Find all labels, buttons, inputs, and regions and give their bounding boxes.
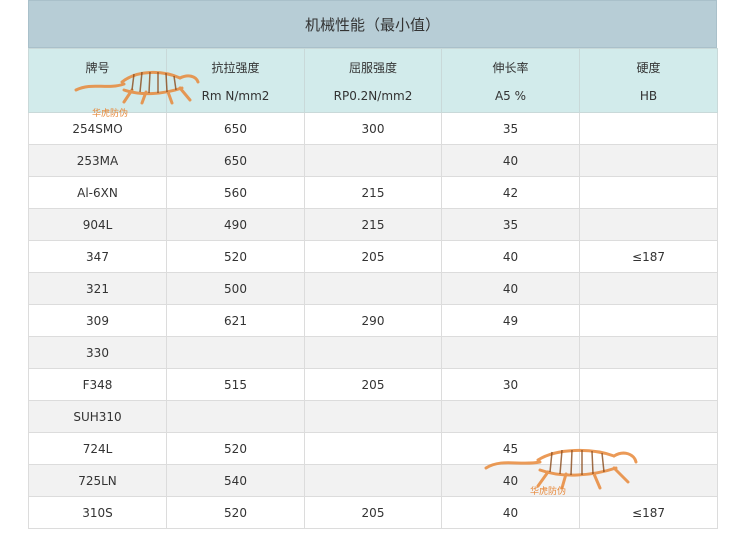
table-title: 机械性能（最小值） <box>28 0 717 48</box>
cell-yield <box>304 432 442 465</box>
cell-yield: 205 <box>304 240 442 273</box>
cell-hardness <box>579 400 718 433</box>
cell-yield: 215 <box>304 176 442 209</box>
table-row: 254SMO 650 300 35 <box>28 112 718 145</box>
cell-grade: 904L <box>28 208 167 241</box>
cell-grade: 724L <box>28 432 167 465</box>
cell-elongation: 40 <box>441 464 580 497</box>
table-row: Al-6XN 560 215 42 <box>28 176 718 209</box>
cell-tensile: 540 <box>166 464 305 497</box>
header-unit: Rm N/mm2 <box>201 89 270 103</box>
cell-elongation: 40 <box>441 496 580 529</box>
table-row: 253MA 650 40 <box>28 144 718 177</box>
cell-elongation: 40 <box>441 144 580 177</box>
cell-tensile: 500 <box>166 272 305 305</box>
cell-tensile: 520 <box>166 496 305 529</box>
table-row: 330 <box>28 336 718 369</box>
cell-elongation: 45 <box>441 432 580 465</box>
table-row: 904L 490 215 35 <box>28 208 718 241</box>
cell-yield: 215 <box>304 208 442 241</box>
cell-hardness: ≤187 <box>579 496 718 529</box>
header-elongation: 伸长率 A5 % <box>441 48 580 113</box>
cell-yield: 205 <box>304 368 442 401</box>
cell-grade: F348 <box>28 368 167 401</box>
cell-hardness <box>579 304 718 337</box>
cell-hardness <box>579 208 718 241</box>
cell-tensile: 560 <box>166 176 305 209</box>
cell-tensile <box>166 400 305 433</box>
cell-elongation: 35 <box>441 208 580 241</box>
cell-hardness <box>579 112 718 145</box>
cell-grade: SUH310 <box>28 400 167 433</box>
cell-yield <box>304 144 442 177</box>
table-row: F348 515 205 30 <box>28 368 718 401</box>
cell-grade: 254SMO <box>28 112 167 145</box>
cell-elongation <box>441 336 580 369</box>
cell-hardness <box>579 272 718 305</box>
cell-hardness: ≤187 <box>579 240 718 273</box>
cell-yield <box>304 272 442 305</box>
cell-yield <box>304 400 442 433</box>
cell-tensile: 650 <box>166 144 305 177</box>
cell-elongation: 49 <box>441 304 580 337</box>
cell-grade: Al-6XN <box>28 176 167 209</box>
table-row: 321 500 40 <box>28 272 718 305</box>
cell-grade: 347 <box>28 240 167 273</box>
table-row: 310S 520 205 40 ≤187 <box>28 496 718 529</box>
cell-grade: 310S <box>28 496 167 529</box>
header-label: 硬度 <box>636 61 661 75</box>
table-row: 724L 520 45 <box>28 432 718 465</box>
table-row: 725LN 540 40 <box>28 464 718 497</box>
header-label: 牌号 <box>85 61 110 75</box>
cell-yield: 300 <box>304 112 442 145</box>
cell-elongation: 40 <box>441 272 580 305</box>
cell-yield <box>304 464 442 497</box>
cell-grade: 321 <box>28 272 167 305</box>
table-row: SUH310 <box>28 400 718 433</box>
table-row: 347 520 205 40 ≤187 <box>28 240 718 273</box>
header-unit: RP0.2N/mm2 <box>333 89 413 103</box>
cell-tensile: 520 <box>166 240 305 273</box>
cell-hardness <box>579 368 718 401</box>
cell-elongation: 40 <box>441 240 580 273</box>
cell-grade: 725LN <box>28 464 167 497</box>
mechanical-properties-panel: 机械性能（最小值） 牌号 抗拉强度 Rm N/mm2 屈服强度 RP0.2N/m… <box>28 0 718 529</box>
header-yield-strength: 屈服强度 RP0.2N/mm2 <box>304 48 442 113</box>
header-tensile-strength: 抗拉强度 Rm N/mm2 <box>166 48 305 113</box>
cell-elongation <box>441 400 580 433</box>
table-row: 309 621 290 49 <box>28 304 718 337</box>
table-body: 254SMO 650 300 35 253MA 650 40 Al-6XN 560 215 42 90… <box>28 112 718 529</box>
header-unit: HB <box>639 89 658 103</box>
cell-tensile <box>166 336 305 369</box>
cell-hardness <box>579 336 718 369</box>
header-label: 抗拉强度 <box>211 61 260 75</box>
cell-elongation: 30 <box>441 368 580 401</box>
cell-tensile: 621 <box>166 304 305 337</box>
cell-elongation: 35 <box>441 112 580 145</box>
header-label: 伸长率 <box>492 61 529 75</box>
cell-hardness <box>579 176 718 209</box>
properties-table: 牌号 抗拉强度 Rm N/mm2 屈服强度 RP0.2N/mm2 伸长率 A5 … <box>28 48 718 529</box>
cell-yield: 290 <box>304 304 442 337</box>
cell-tensile: 520 <box>166 432 305 465</box>
cell-tensile: 490 <box>166 208 305 241</box>
cell-hardness <box>579 144 718 177</box>
cell-hardness <box>579 464 718 497</box>
cell-yield: 205 <box>304 496 442 529</box>
header-label: 屈服强度 <box>348 61 397 75</box>
header-unit: A5 % <box>494 89 527 103</box>
cell-tensile: 515 <box>166 368 305 401</box>
cell-tensile: 650 <box>166 112 305 145</box>
header-grade: 牌号 <box>28 48 167 113</box>
cell-yield <box>304 336 442 369</box>
header-row: 牌号 抗拉强度 Rm N/mm2 屈服强度 RP0.2N/mm2 伸长率 A5 … <box>28 48 718 113</box>
header-hardness: 硬度 HB <box>579 48 718 113</box>
cell-grade: 309 <box>28 304 167 337</box>
cell-hardness <box>579 432 718 465</box>
cell-grade: 330 <box>28 336 167 369</box>
cell-elongation: 42 <box>441 176 580 209</box>
cell-grade: 253MA <box>28 144 167 177</box>
